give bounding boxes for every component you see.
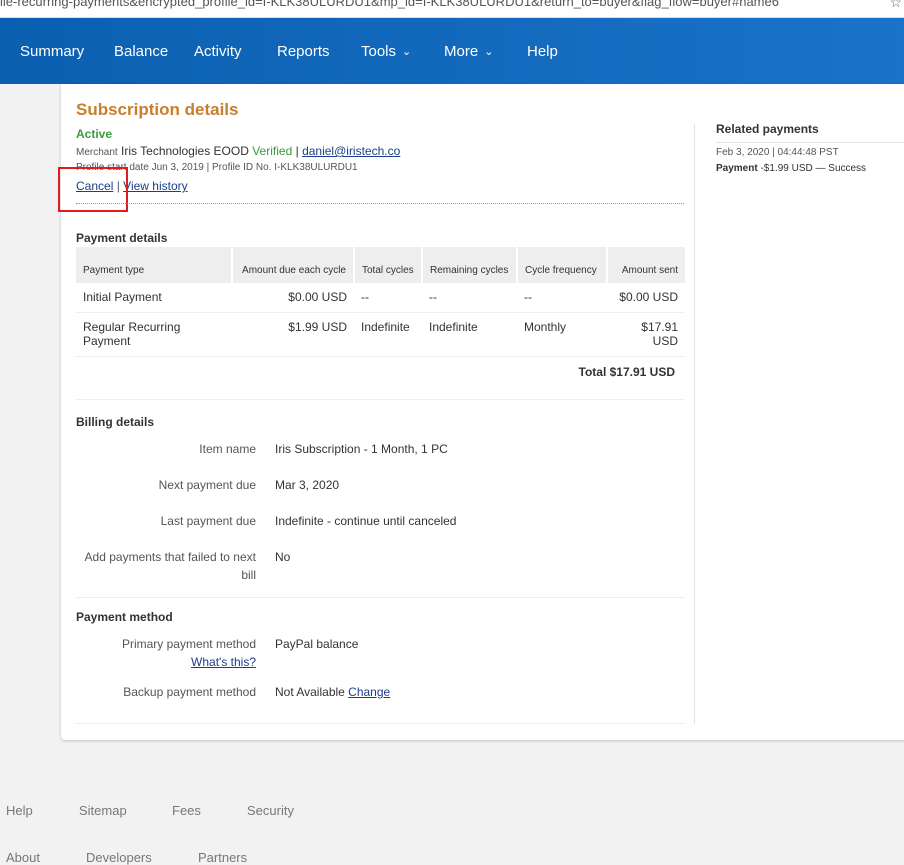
table-cell: Initial Payment [76, 283, 232, 313]
nav-tools[interactable]: Tools ⌄ [361, 18, 411, 84]
footer-link-help[interactable]: Help [6, 803, 33, 818]
table-row: Initial Payment $0.00 USD -- -- -- $0.00… [76, 283, 685, 313]
footer-link-sitemap[interactable]: Sitemap [79, 803, 127, 818]
nav-more-label: More [444, 43, 479, 60]
table-header: Total cycles [354, 247, 423, 283]
table-cell: Indefinite [354, 312, 422, 357]
divider [76, 203, 684, 204]
table-cell: $1.99 USD [232, 312, 354, 357]
table-header: Amount due each cycle [232, 247, 355, 283]
divider [76, 723, 685, 724]
merchant-info: Merchant Iris Technologies EOOD Verified… [76, 144, 400, 158]
related-payments-title: Related payments [716, 122, 819, 136]
whats-this-link[interactable]: What's this? [191, 655, 256, 669]
total-amount: Total $17.91 USD [76, 356, 685, 400]
last-payment-value: Indefinite - continue until canceled [275, 514, 457, 528]
table-header: Amount sent [607, 247, 685, 283]
table-header-row: Payment type Amount due each cycle Total… [76, 247, 685, 283]
payment-method-title: Payment method [76, 610, 173, 624]
primary-payment-method-label: Primary payment method What's this? [76, 635, 256, 671]
table-header: Cycle frequency [517, 247, 608, 283]
divider [716, 142, 904, 143]
table-header: Remaining cycles [422, 247, 518, 283]
top-navigation: Summary Balance Activity Reports Tools ⌄ … [0, 18, 904, 84]
view-history-link[interactable]: View history [123, 179, 187, 193]
table-cell: Indefinite [422, 312, 517, 357]
footer-link-partners[interactable]: Partners [198, 850, 247, 865]
table-header: Payment type [76, 247, 233, 283]
related-payment-item[interactable]: Payment -$1.99 USD — Success [716, 163, 866, 174]
footer-link-about[interactable]: About [6, 850, 40, 865]
related-payment-label: Payment [716, 163, 758, 174]
last-payment-label: Last payment due [160, 514, 256, 528]
chevron-down-icon: ⌄ [484, 46, 494, 58]
payment-details-title: Payment details [76, 231, 168, 245]
table-cell: -- [422, 283, 517, 313]
divider [76, 597, 685, 598]
highlight-annotation [58, 167, 128, 212]
table-cell: $17.91 USD [607, 312, 685, 357]
footer-link-developers[interactable]: Developers [86, 850, 152, 865]
related-payment-date: Feb 3, 2020 | 04:44:48 PST [716, 147, 839, 158]
primary-payment-method-text: Primary payment method [121, 637, 256, 651]
backup-payment-method-label: Backup payment method [123, 685, 256, 699]
backup-payment-method-value: Not Available Change [275, 683, 390, 701]
nav-tools-label: Tools [361, 43, 397, 60]
nav-activity[interactable]: Activity [194, 18, 242, 84]
nav-balance[interactable]: Balance [114, 18, 168, 84]
column-divider [694, 124, 695, 724]
url-text[interactable]: ile-recurring-payments&encrypted_profile… [0, 0, 779, 9]
merchant-email-link[interactable]: daniel@iristech.co [302, 144, 400, 158]
table-cell: -- [517, 283, 607, 313]
related-payment-detail: -$1.99 USD — Success [757, 163, 867, 174]
backup-payment-value-text: Not Available [275, 685, 345, 699]
merchant-label: Merchant [76, 147, 118, 158]
table-cell: $0.00 USD [607, 283, 685, 313]
change-link[interactable]: Change [348, 685, 390, 699]
table-cell: Regular Recurring Payment [76, 312, 232, 357]
subscription-card: Subscription details Active Merchant Iri… [58, 84, 904, 740]
add-failed-payments-label: Add payments that failed to next bill [84, 550, 256, 582]
item-name-value: Iris Subscription - 1 Month, 1 PC [275, 442, 448, 456]
verified-badge: Verified [252, 144, 293, 158]
nav-reports[interactable]: Reports [277, 18, 330, 84]
merchant-name: Iris Technologies EOOD [121, 144, 249, 158]
next-payment-label: Next payment due [158, 478, 256, 492]
status-badge: Active [76, 127, 113, 141]
bookmark-star-icon[interactable]: ☆ [889, 0, 902, 9]
page-title: Subscription details [76, 100, 239, 119]
add-failed-payments-value: No [275, 550, 291, 564]
table-row: Regular Recurring Payment $1.99 USD Inde… [76, 312, 685, 357]
table-total-row: Total $17.91 USD [76, 356, 685, 400]
separator: | [295, 144, 299, 158]
nav-more[interactable]: More ⌄ [444, 18, 493, 84]
nav-help[interactable]: Help [527, 18, 558, 84]
footer-link-fees[interactable]: Fees [172, 803, 201, 818]
browser-address-bar[interactable]: ile-recurring-payments&encrypted_profile… [0, 0, 904, 18]
next-payment-value: Mar 3, 2020 [275, 478, 340, 492]
chevron-down-icon: ⌄ [402, 46, 412, 58]
table-cell: Monthly [517, 312, 607, 357]
payment-details-table: Payment type Amount due each cycle Total… [76, 247, 685, 400]
billing-details-title: Billing details [76, 415, 155, 429]
primary-payment-method-value: PayPal balance [275, 637, 359, 651]
footer-link-security[interactable]: Security [247, 803, 294, 818]
item-name-label: Item name [199, 442, 256, 456]
table-cell: $0.00 USD [232, 283, 354, 313]
table-cell: -- [354, 283, 422, 313]
nav-summary[interactable]: Summary [20, 18, 84, 84]
